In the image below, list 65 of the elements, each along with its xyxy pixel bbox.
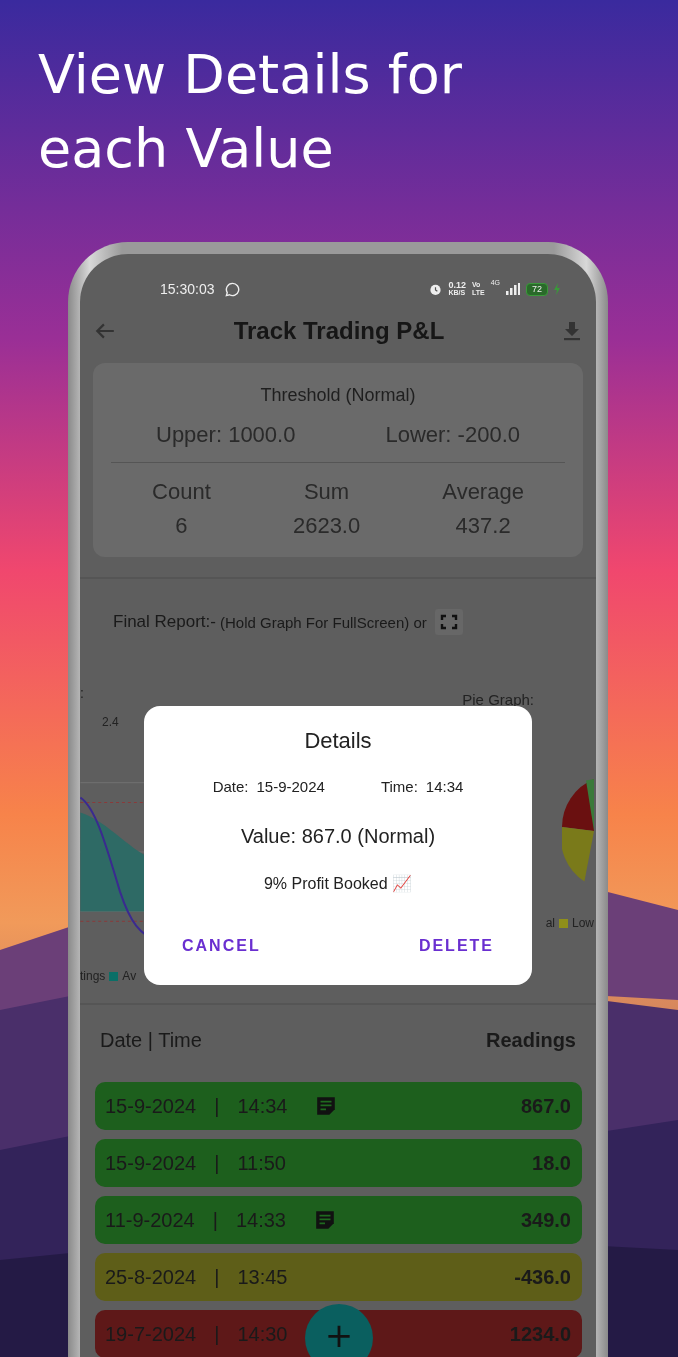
legend-label: Av	[122, 969, 137, 983]
alarm-clock-icon	[429, 282, 443, 296]
row-date: 25-8-2024	[105, 1265, 197, 1289]
lower-limit: Lower: -200.0	[385, 422, 520, 448]
row-separator: |	[212, 1208, 218, 1232]
reading-row[interactable]: 15-9-2024 | 14:34 867.0	[95, 1082, 582, 1130]
date-label: Date:	[212, 778, 249, 795]
value-text: Value: 867.0 (Normal)	[240, 825, 436, 848]
date-value: 15-9-2024	[256, 778, 325, 795]
report-hint: (Hold Graph For FullScreen) or	[220, 613, 427, 631]
add-button[interactable]: +	[305, 1304, 373, 1357]
threshold-label: Threshold (Normal)	[259, 385, 417, 406]
reading-row[interactable]: 25-8-2024 | 13:45 -436.0	[95, 1253, 582, 1301]
row-time: 13:45	[237, 1265, 288, 1289]
row-date: 19-7-2024	[105, 1322, 197, 1346]
row-reading: 18.0	[532, 1151, 571, 1175]
profit-note: 9% Profit Booked 📈	[263, 874, 413, 893]
clock-time: 15:30:03	[160, 281, 215, 297]
stat-value: 437.2	[455, 513, 511, 539]
row-reading: 1234.0	[509, 1322, 571, 1346]
row-time: 14:33	[235, 1208, 286, 1232]
time-value: 14:34	[425, 778, 464, 795]
screen-title: Track Trading P&L	[232, 317, 446, 345]
charging-bolt-icon	[554, 283, 560, 295]
legend-label: Low	[572, 916, 594, 930]
dialog-title: Details	[304, 728, 372, 754]
download-icon[interactable]	[562, 320, 582, 342]
row-time: 14:30	[237, 1322, 288, 1346]
chart-title: Pie Graph:	[462, 691, 534, 708]
chart-title: :	[80, 685, 84, 701]
chat-bubble-icon	[224, 281, 240, 297]
row-time: 11:50	[237, 1151, 286, 1175]
stat-value: 2623.0	[292, 513, 361, 539]
stat-label: Average	[442, 479, 524, 505]
battery-level: 72	[526, 282, 548, 296]
dialog-button[interactable]: CANCEL	[168, 933, 275, 959]
stat-label: Sum	[303, 479, 350, 505]
reading-row[interactable]: 15-9-2024 | 11:50 18.0	[95, 1139, 582, 1187]
row-reading: 349.0	[520, 1208, 571, 1232]
dialog-button[interactable]: DELETE	[404, 933, 508, 959]
time-label: Time:	[380, 778, 418, 795]
row-time: 14:34	[237, 1094, 288, 1118]
fullscreen-icon[interactable]	[434, 609, 463, 635]
row-date: 11-9-2024	[105, 1208, 195, 1232]
column-header: Readings	[485, 1029, 576, 1052]
signal-icon	[506, 283, 520, 295]
stat-value: 6	[175, 513, 188, 539]
row-reading: 867.0	[520, 1094, 571, 1118]
headline: View Details for each Value	[37, 42, 463, 182]
row-date: 15-9-2024	[105, 1151, 197, 1175]
upper-limit: Upper: 1000.0	[156, 422, 296, 448]
row-separator: |	[214, 1151, 220, 1175]
report-label: Final Report:-	[113, 612, 216, 632]
legend-label: tings	[80, 969, 106, 983]
stat-label: Count	[152, 479, 211, 505]
row-separator: |	[214, 1322, 220, 1346]
row-reading: -436.0	[514, 1265, 571, 1289]
axis-tick-label: 2.4	[102, 715, 119, 729]
legend-label: al	[545, 916, 555, 930]
reading-row[interactable]: 11-9-2024 | 14:33 349.0	[95, 1196, 582, 1244]
row-separator: |	[214, 1094, 220, 1118]
row-separator: |	[214, 1265, 220, 1289]
speed-value: 0.12	[448, 281, 466, 289]
row-date: 15-9-2024	[105, 1094, 197, 1118]
column-header: Date | Time	[100, 1029, 202, 1052]
